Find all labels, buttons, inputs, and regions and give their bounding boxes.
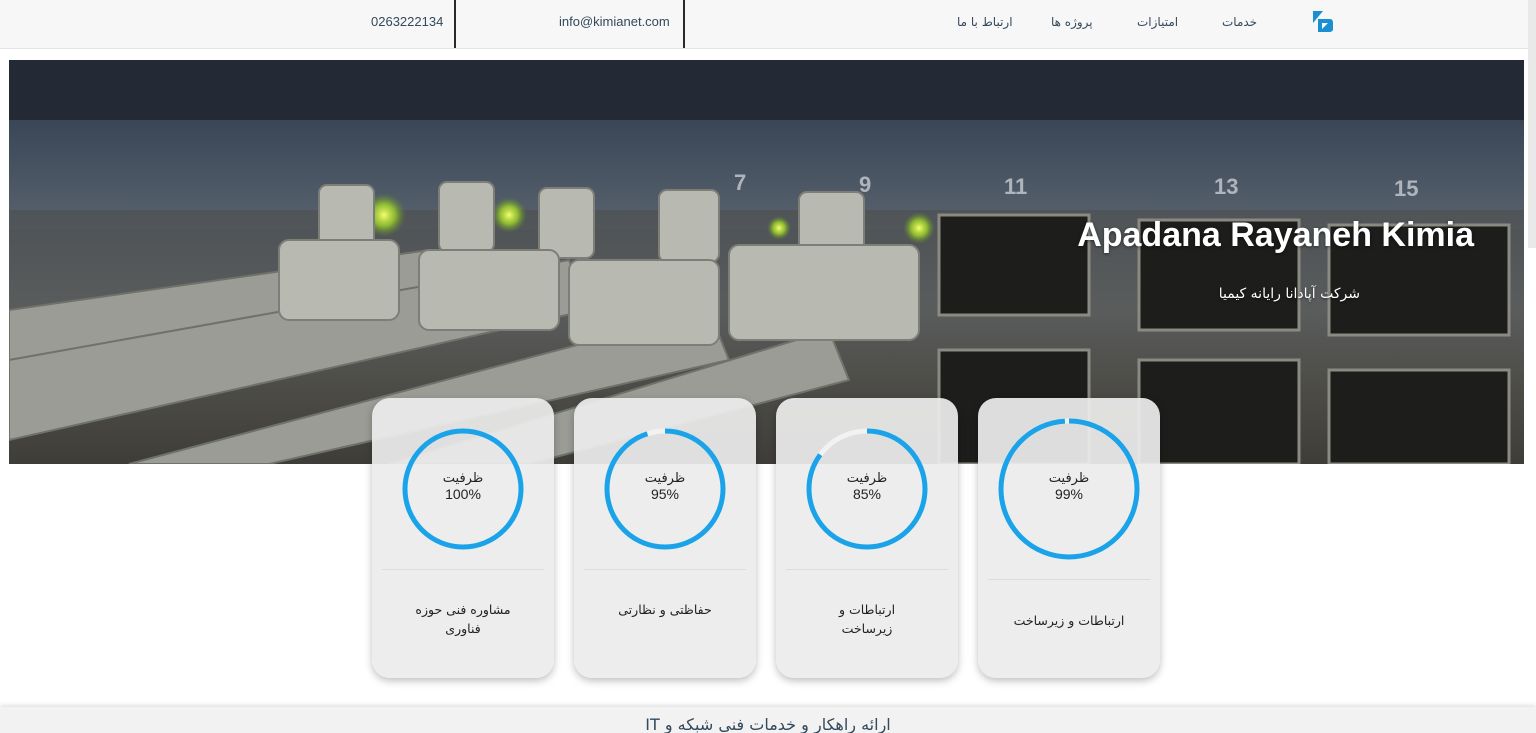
hero-title: Apadana Rayaneh Kimia bbox=[1077, 216, 1474, 254]
nav-contact-us[interactable]: ارتباط با ما bbox=[957, 15, 1013, 29]
gauge-value: 100% bbox=[445, 486, 481, 502]
gauge-label: ظرفیت bbox=[1048, 471, 1090, 486]
card-title: ارتباطات و زیرساخت bbox=[838, 602, 896, 636]
service-card[interactable]: ظرفیت 99% ارتباطات و زیرساخت bbox=[978, 398, 1160, 678]
section-heading: ارائه راهکار و خدمات فنی شبکه و IT bbox=[645, 715, 891, 733]
nav-services[interactable]: خدمات bbox=[1222, 15, 1257, 29]
page-scrollbar[interactable] bbox=[1528, 0, 1536, 248]
company-logo-icon[interactable] bbox=[1310, 9, 1334, 33]
section-header-bar: ارائه راهکار و خدمات فنی شبکه و IT bbox=[0, 707, 1536, 733]
phone-number[interactable]: 0263222134 bbox=[371, 14, 443, 29]
card-divider bbox=[786, 569, 948, 570]
nav-features[interactable]: امتیازات bbox=[1137, 15, 1178, 29]
svg-text:7: 7 bbox=[734, 170, 746, 195]
gauge-label: ظرفیت bbox=[846, 471, 888, 486]
network-switch-image: 7 9 11 13 15 bbox=[9, 60, 1524, 464]
gauge-label: ظرفیت bbox=[442, 471, 484, 486]
gauge-label: ظرفیت bbox=[644, 471, 686, 486]
card-title: حفاظتی و نظارتی bbox=[618, 602, 712, 617]
card-divider bbox=[382, 569, 544, 570]
top-header: 0263222134 info@kimianet.com ارتباط با م… bbox=[0, 0, 1536, 49]
svg-text:11: 11 bbox=[1004, 174, 1027, 199]
service-card[interactable]: ظرفیت 100% مشاوره فنی حوزه فناوری bbox=[372, 398, 554, 678]
card-title: ارتباطات و زیرساخت bbox=[1013, 613, 1125, 628]
gauge-value: 95% bbox=[650, 486, 680, 502]
card-title: مشاوره فنی حوزه فناوری bbox=[415, 602, 511, 636]
header-divider bbox=[683, 0, 685, 48]
email-link[interactable]: info@kimianet.com bbox=[559, 14, 670, 29]
gauge-value: 85% bbox=[852, 486, 882, 502]
svg-text:13: 13 bbox=[1214, 174, 1238, 199]
hero-subtitle: شرکت آپادانا رایانه کیمیا bbox=[1218, 286, 1360, 302]
service-card[interactable]: ظرفیت 95% حفاظتی و نظارتی bbox=[574, 398, 756, 678]
card-divider bbox=[988, 579, 1150, 580]
service-card[interactable]: ظرفیت 85% ارتباطات و زیرساخت bbox=[776, 398, 958, 678]
gauge-value: 99% bbox=[1054, 486, 1084, 502]
header-divider bbox=[454, 0, 456, 48]
hero-banner: 7 9 11 13 15 Apadana Rayaneh Kimia شرکت … bbox=[9, 60, 1524, 464]
svg-text:15: 15 bbox=[1394, 176, 1418, 201]
nav-projects[interactable]: پروژه ها bbox=[1051, 15, 1093, 29]
card-divider bbox=[584, 569, 746, 570]
